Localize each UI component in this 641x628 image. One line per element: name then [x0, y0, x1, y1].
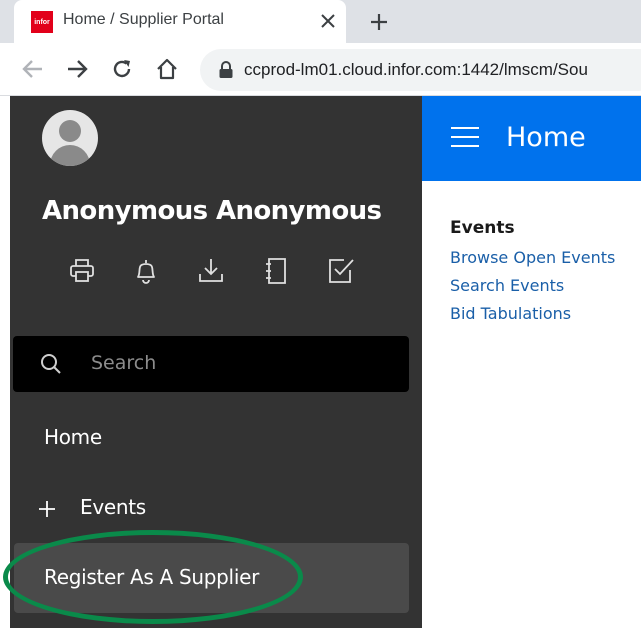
url-text[interactable]: ccprod-lm01.cloud.infor.com:1442/lmscm/S… — [244, 60, 588, 80]
back-button[interactable] — [19, 55, 47, 83]
search-events-link[interactable]: Search Events — [450, 272, 615, 300]
avatar-head — [59, 120, 81, 142]
avatar-body — [50, 145, 90, 166]
sidebar-item-events[interactable]: Events — [10, 476, 422, 538]
browser-tab-strip: infor Home / Supplier Portal — [0, 0, 641, 43]
new-tab-button[interactable] — [365, 8, 393, 36]
home-button[interactable] — [153, 55, 181, 83]
browser-toolbar: ccprod-lm01.cloud.infor.com:1442/lmscm/S… — [0, 43, 641, 96]
sidebar-tool-icons — [10, 256, 422, 290]
infor-favicon-icon: infor — [31, 11, 53, 33]
arrow-left-icon — [22, 60, 42, 78]
plus-icon — [371, 14, 387, 30]
search-input[interactable]: Search — [91, 352, 156, 374]
arrow-right-icon — [68, 60, 88, 78]
sidebar-item-register-as-a-supplier[interactable]: Register As A Supplier — [14, 543, 409, 613]
sidebar: Anonymous Anonymous Search Home Events R… — [10, 96, 422, 628]
search-icon — [41, 354, 61, 374]
bookmark-icon[interactable] — [261, 256, 291, 286]
avatar[interactable] — [42, 110, 98, 166]
bell-icon[interactable] — [131, 256, 161, 286]
download-icon[interactable] — [196, 256, 226, 286]
section-heading-events: Events — [450, 218, 515, 238]
address-bar[interactable]: ccprod-lm01.cloud.infor.com:1442/lmscm/S… — [200, 49, 641, 91]
print-icon[interactable] — [67, 256, 97, 286]
sidebar-item-label: Register As A Supplier — [44, 565, 260, 589]
sidebar-search[interactable]: Search — [13, 336, 409, 392]
user-name: Anonymous Anonymous — [42, 196, 382, 226]
reload-icon — [113, 60, 131, 78]
tab-title: Home / Supplier Portal — [63, 11, 224, 28]
checkbox-icon[interactable] — [326, 256, 356, 286]
browse-open-events-link[interactable]: Browse Open Events — [450, 244, 615, 272]
lock-icon[interactable] — [218, 61, 234, 79]
reload-button[interactable] — [108, 55, 136, 83]
browser-tab[interactable]: infor Home / Supplier Portal — [14, 0, 346, 43]
forward-button[interactable] — [63, 55, 91, 83]
sidebar-item-home[interactable]: Home — [10, 406, 422, 468]
home-icon — [157, 58, 177, 80]
main-content: Events Browse Open Events Search Events … — [450, 218, 615, 328]
sidebar-item-label: Home — [44, 425, 102, 449]
page-margin — [0, 96, 10, 628]
plus-icon[interactable] — [38, 500, 56, 518]
close-icon[interactable] — [316, 9, 340, 33]
page-header: Home — [422, 96, 641, 181]
hamburger-icon[interactable] — [450, 125, 480, 149]
page-title: Home — [506, 122, 586, 153]
sidebar-item-label: Events — [80, 495, 146, 519]
bid-tabulations-link[interactable]: Bid Tabulations — [450, 300, 615, 328]
